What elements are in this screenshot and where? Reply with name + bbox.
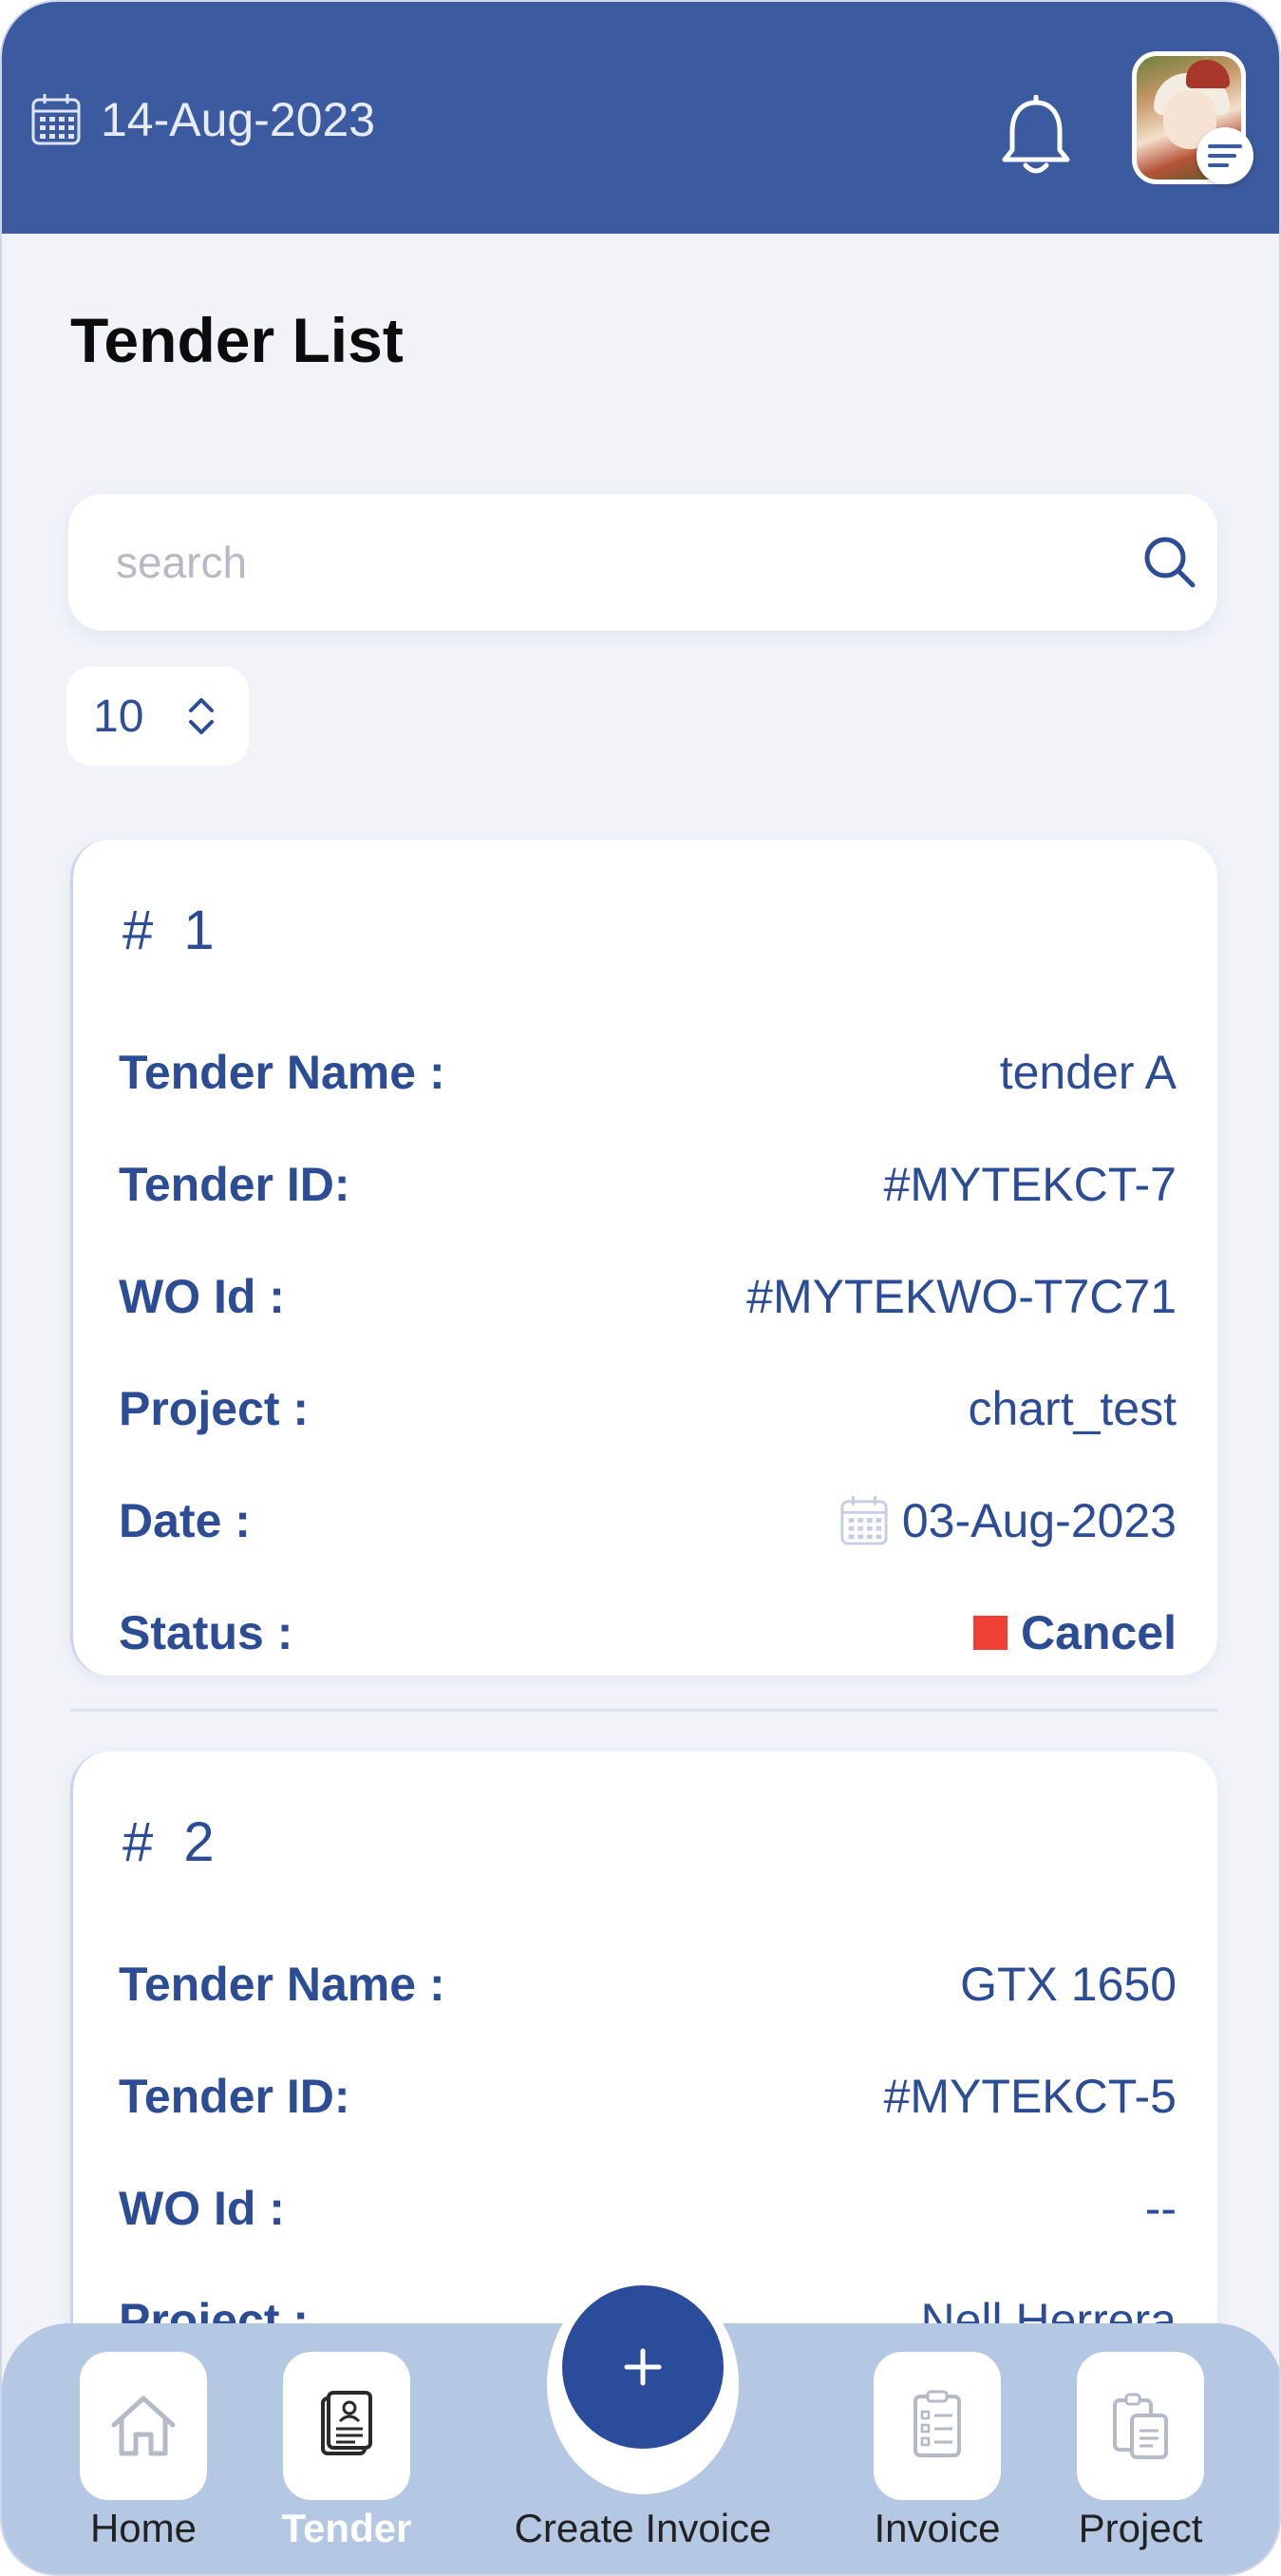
- plus-icon: [624, 2348, 662, 2386]
- nav-tender-label[interactable]: Tender: [273, 2506, 420, 2551]
- tender-document-icon: [321, 2391, 372, 2455]
- tender-id-value: #MYTEKCT-5: [883, 2070, 1177, 2123]
- tender-number: # 1: [122, 900, 222, 961]
- bell-icon[interactable]: [999, 95, 1073, 177]
- status-row: Status : Cancel: [119, 1600, 1177, 1666]
- current-date: 14-Aug-2023: [101, 93, 376, 146]
- tender-id-value: #MYTEKCT-7: [883, 1158, 1177, 1211]
- field-label: WO Id :: [119, 2182, 285, 2235]
- home-icon: [111, 2396, 176, 2456]
- nav-home-label[interactable]: Home: [80, 2506, 207, 2551]
- tender-name-value: tender A: [999, 1046, 1177, 1099]
- clipboard-list-icon: [914, 2390, 961, 2457]
- project-row: Project : chart_test: [119, 1375, 1177, 1442]
- nav-tender-button[interactable]: [283, 2352, 410, 2500]
- wo-id-row: WO Id : --: [119, 2175, 1177, 2242]
- date-row: Date : 03-Aug-2023: [119, 1487, 1177, 1554]
- app-screen: 14-Aug-2023 Tender List search 10 # 1 Te…: [0, 0, 1281, 2576]
- tender-card[interactable]: # 1 Tender Name : tender A Tender ID: #M…: [70, 840, 1217, 1676]
- app-header: 14-Aug-2023: [2, 2, 1279, 234]
- menu-button[interactable]: [1196, 127, 1253, 184]
- project-value: chart_test: [968, 1382, 1177, 1435]
- tender-id-row: Tender ID: #MYTEKCT-5: [119, 2063, 1177, 2130]
- wo-id-value: --: [1144, 2182, 1177, 2235]
- wo-id-value: #MYTEKWO-T7C71: [746, 1270, 1177, 1323]
- tender-number: # 2: [122, 1811, 222, 1873]
- calendar-icon: [31, 94, 81, 145]
- tender-name-value: GTX 1650: [960, 1958, 1177, 2011]
- create-invoice-button[interactable]: [562, 2285, 724, 2449]
- tender-id-row: Tender ID: #MYTEKCT-7: [119, 1151, 1177, 1218]
- clipboard-copy-icon: [1113, 2393, 1168, 2459]
- nav-create-invoice-label[interactable]: Create Invoice: [496, 2506, 790, 2551]
- status-value-wrap: Cancel: [973, 1605, 1177, 1660]
- page-title: Tender List: [70, 305, 404, 375]
- wo-id-row: WO Id : #MYTEKWO-T7C71: [119, 1263, 1177, 1330]
- tender-name-row: Tender Name : tender A: [119, 1039, 1177, 1106]
- nav-invoice-button[interactable]: [874, 2352, 1001, 2500]
- field-label: Tender Name :: [119, 1958, 445, 2011]
- nav-project-button[interactable]: [1077, 2352, 1204, 2500]
- search-bar: [68, 494, 1217, 631]
- date-value-wrap: 03-Aug-2023: [839, 1493, 1177, 1548]
- nav-invoice-label[interactable]: Invoice: [855, 2506, 1020, 2551]
- page-size-select[interactable]: 10: [66, 667, 249, 766]
- card-divider: [70, 1709, 1217, 1712]
- nav-project-label[interactable]: Project: [1058, 2506, 1223, 2551]
- field-label: Tender ID:: [119, 1158, 350, 1211]
- search-icon[interactable]: [1140, 532, 1200, 593]
- chevron-up-down-icon: [189, 698, 215, 734]
- calendar-icon: [840, 1496, 888, 1545]
- status-value: Cancel: [1021, 1606, 1177, 1659]
- field-label: Tender ID:: [119, 2070, 350, 2123]
- field-label: Tender Name :: [119, 1046, 445, 1099]
- field-label: Project :: [119, 1382, 310, 1435]
- menu-lines-icon: [1208, 144, 1242, 167]
- tender-name-row: Tender Name : GTX 1650: [119, 1951, 1177, 2017]
- field-label: Date :: [119, 1494, 251, 1547]
- search-input[interactable]: [116, 532, 1065, 593]
- header-date: 14-Aug-2023: [30, 89, 375, 150]
- nav-home-button[interactable]: [80, 2352, 207, 2500]
- date-value: 03-Aug-2023: [901, 1494, 1177, 1547]
- field-label: Status :: [119, 1606, 293, 1659]
- field-label: WO Id :: [119, 1270, 285, 1323]
- page-size-value: 10: [93, 691, 144, 742]
- status-indicator: [973, 1616, 1008, 1650]
